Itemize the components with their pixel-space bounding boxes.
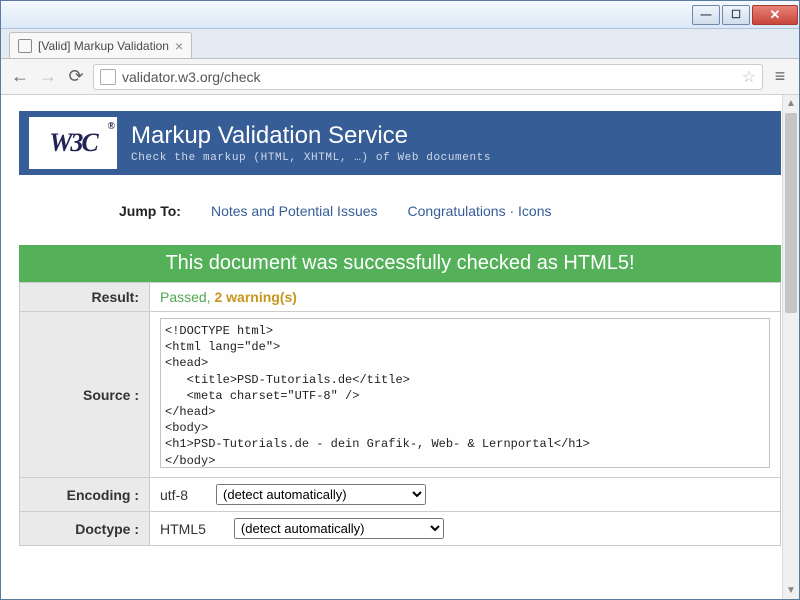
favicon — [18, 39, 32, 53]
doctype-row: Doctype : HTML5 (detect automatically) — [20, 512, 781, 546]
tab-close-icon[interactable]: × — [175, 38, 183, 54]
service-title: Markup Validation Service — [131, 122, 491, 150]
encoding-label: Encoding : — [20, 478, 150, 512]
jump-link-notes[interactable]: Notes and Potential Issues — [211, 203, 378, 219]
w3c-banner: W3C ® Markup Validation Service Check th… — [19, 111, 781, 175]
toolbar: ← → ⟳ validator.w3.org/check ☆ ≡ — [1, 59, 799, 95]
jump-to-nav: Jump To: Notes and Potential Issues Cong… — [19, 175, 781, 245]
back-button[interactable]: ← — [9, 66, 31, 88]
browser-tab[interactable]: [Valid] Markup Validation × — [9, 32, 192, 58]
reload-button[interactable]: ⟳ — [65, 66, 87, 88]
source-label: Source : — [20, 312, 150, 478]
success-banner: This document was successfully checked a… — [19, 245, 781, 282]
result-row: Result: Passed, 2 warning(s) — [20, 283, 781, 312]
vertical-scrollbar[interactable]: ▲ ▼ — [782, 95, 799, 599]
doctype-label: Doctype : — [20, 512, 150, 546]
titlebar: ― ☐ ✕ — [1, 1, 799, 29]
page-content: W3C ® Markup Validation Service Check th… — [1, 95, 799, 599]
jump-label: Jump To: — [119, 203, 181, 219]
tab-strip: [Valid] Markup Validation × — [1, 29, 799, 59]
source-textarea[interactable] — [160, 318, 770, 468]
result-label: Result: — [20, 283, 150, 312]
scroll-down-icon[interactable]: ▼ — [783, 582, 799, 599]
service-subtitle: Check the markup (HTML, XHTML, …) of Web… — [131, 152, 491, 164]
browser-window: ― ☐ ✕ [Valid] Markup Validation × ← → ⟳ … — [0, 0, 800, 600]
results-table: Result: Passed, 2 warning(s) Source : En… — [19, 282, 781, 546]
url-text: validator.w3.org/check — [122, 69, 261, 85]
jump-link-congrats[interactable]: Congratulations — [408, 203, 506, 219]
forward-button[interactable]: → — [37, 66, 59, 88]
doctype-select[interactable]: (detect automatically) — [234, 518, 444, 539]
encoding-row: Encoding : utf-8 (detect automatically) — [20, 478, 781, 512]
tab-title: [Valid] Markup Validation — [38, 39, 169, 53]
doctype-value: HTML5 — [160, 521, 206, 537]
source-row: Source : — [20, 312, 781, 478]
minimize-button[interactable]: ― — [692, 5, 720, 25]
jump-link-icons[interactable]: Icons — [518, 203, 551, 219]
maximize-button[interactable]: ☐ — [722, 5, 750, 25]
w3c-logo: W3C ® — [29, 117, 117, 169]
encoding-select[interactable]: (detect automatically) — [216, 484, 426, 505]
close-button[interactable]: ✕ — [752, 5, 798, 25]
site-icon — [100, 69, 116, 85]
result-value: Passed, 2 warning(s) — [150, 283, 781, 312]
bookmark-icon[interactable]: ☆ — [742, 67, 756, 87]
scroll-thumb[interactable] — [785, 113, 797, 313]
menu-button[interactable]: ≡ — [769, 66, 791, 88]
address-bar[interactable]: validator.w3.org/check ☆ — [93, 64, 763, 90]
encoding-value: utf-8 — [160, 487, 188, 503]
scroll-up-icon[interactable]: ▲ — [783, 95, 799, 112]
